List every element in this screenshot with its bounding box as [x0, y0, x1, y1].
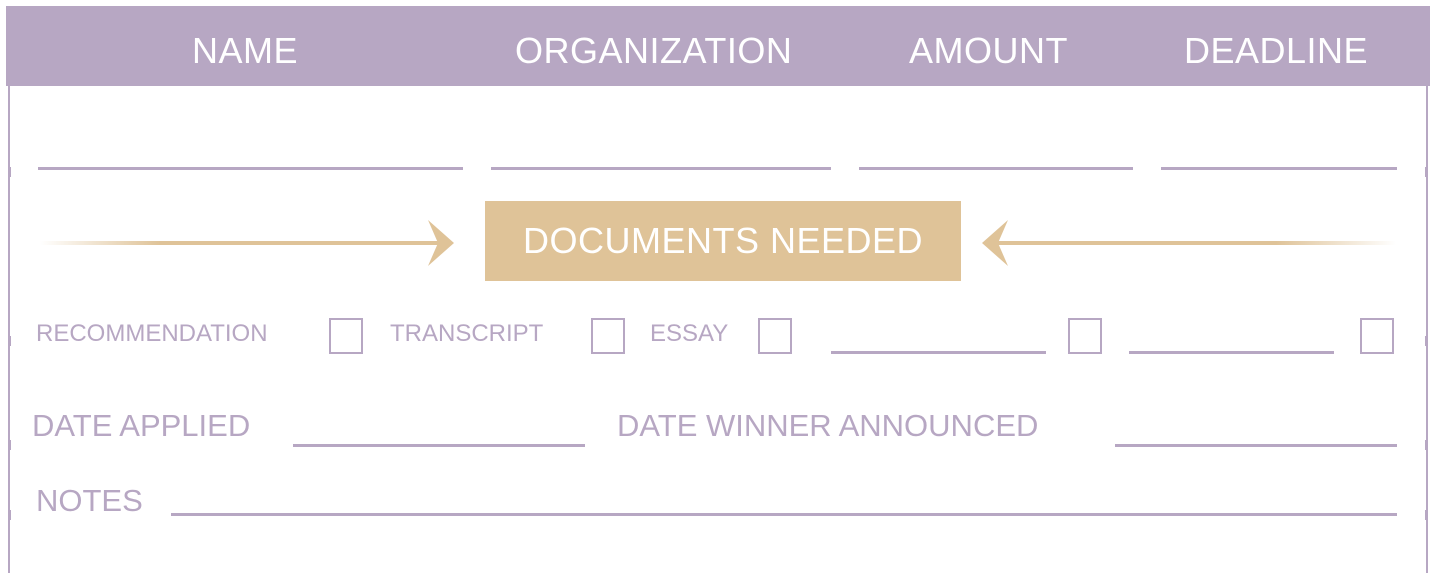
- custom-document-line-1[interactable]: [831, 351, 1046, 354]
- documents-needed-banner: DOCUMENTS NEEDED: [485, 201, 961, 281]
- form-frame: [8, 8, 1428, 573]
- custom-document-checkbox-2[interactable]: [1360, 318, 1394, 354]
- custom-document-checkbox-1[interactable]: [1068, 318, 1102, 354]
- recommendation-checkbox[interactable]: [329, 318, 363, 354]
- deadline-entry-line[interactable]: [1161, 167, 1397, 170]
- right-arrow-icon: [40, 220, 454, 266]
- transcript-checkbox[interactable]: [591, 318, 625, 354]
- frame-tick: [8, 510, 11, 520]
- date-applied-line[interactable]: [293, 444, 585, 447]
- header-name: NAME: [192, 30, 299, 71]
- essay-checkbox[interactable]: [758, 318, 792, 354]
- recommendation-label: RECOMMENDATION: [36, 320, 268, 347]
- frame-tick: [8, 336, 11, 346]
- date-applied-label: DATE APPLIED: [32, 408, 251, 443]
- frame-tick: [1425, 510, 1428, 520]
- notes-label: NOTES: [36, 483, 143, 518]
- organization-entry-line[interactable]: [491, 167, 831, 170]
- frame-tick: [8, 440, 11, 450]
- left-arrow-icon: [982, 220, 1396, 266]
- frame-tick: [1425, 440, 1428, 450]
- header-amount: AMOUNT: [909, 30, 1068, 71]
- header-organization: ORGANIZATION: [515, 30, 793, 71]
- amount-entry-line[interactable]: [859, 167, 1133, 170]
- transcript-label: TRANSCRIPT: [390, 320, 544, 347]
- date-winner-announced-label: DATE WINNER ANNOUNCED: [617, 408, 1039, 443]
- custom-document-line-2[interactable]: [1129, 351, 1334, 354]
- frame-tick: [1425, 167, 1428, 177]
- header-deadline: DEADLINE: [1184, 30, 1369, 71]
- name-entry-line[interactable]: [38, 167, 463, 170]
- header-bar: NAME ORGANIZATION AMOUNT DEADLINE: [6, 6, 1430, 86]
- notes-line[interactable]: [171, 513, 1397, 516]
- essay-label: ESSAY: [650, 320, 729, 347]
- frame-tick: [8, 167, 11, 177]
- frame-tick: [1425, 336, 1428, 346]
- date-winner-announced-line[interactable]: [1115, 444, 1397, 447]
